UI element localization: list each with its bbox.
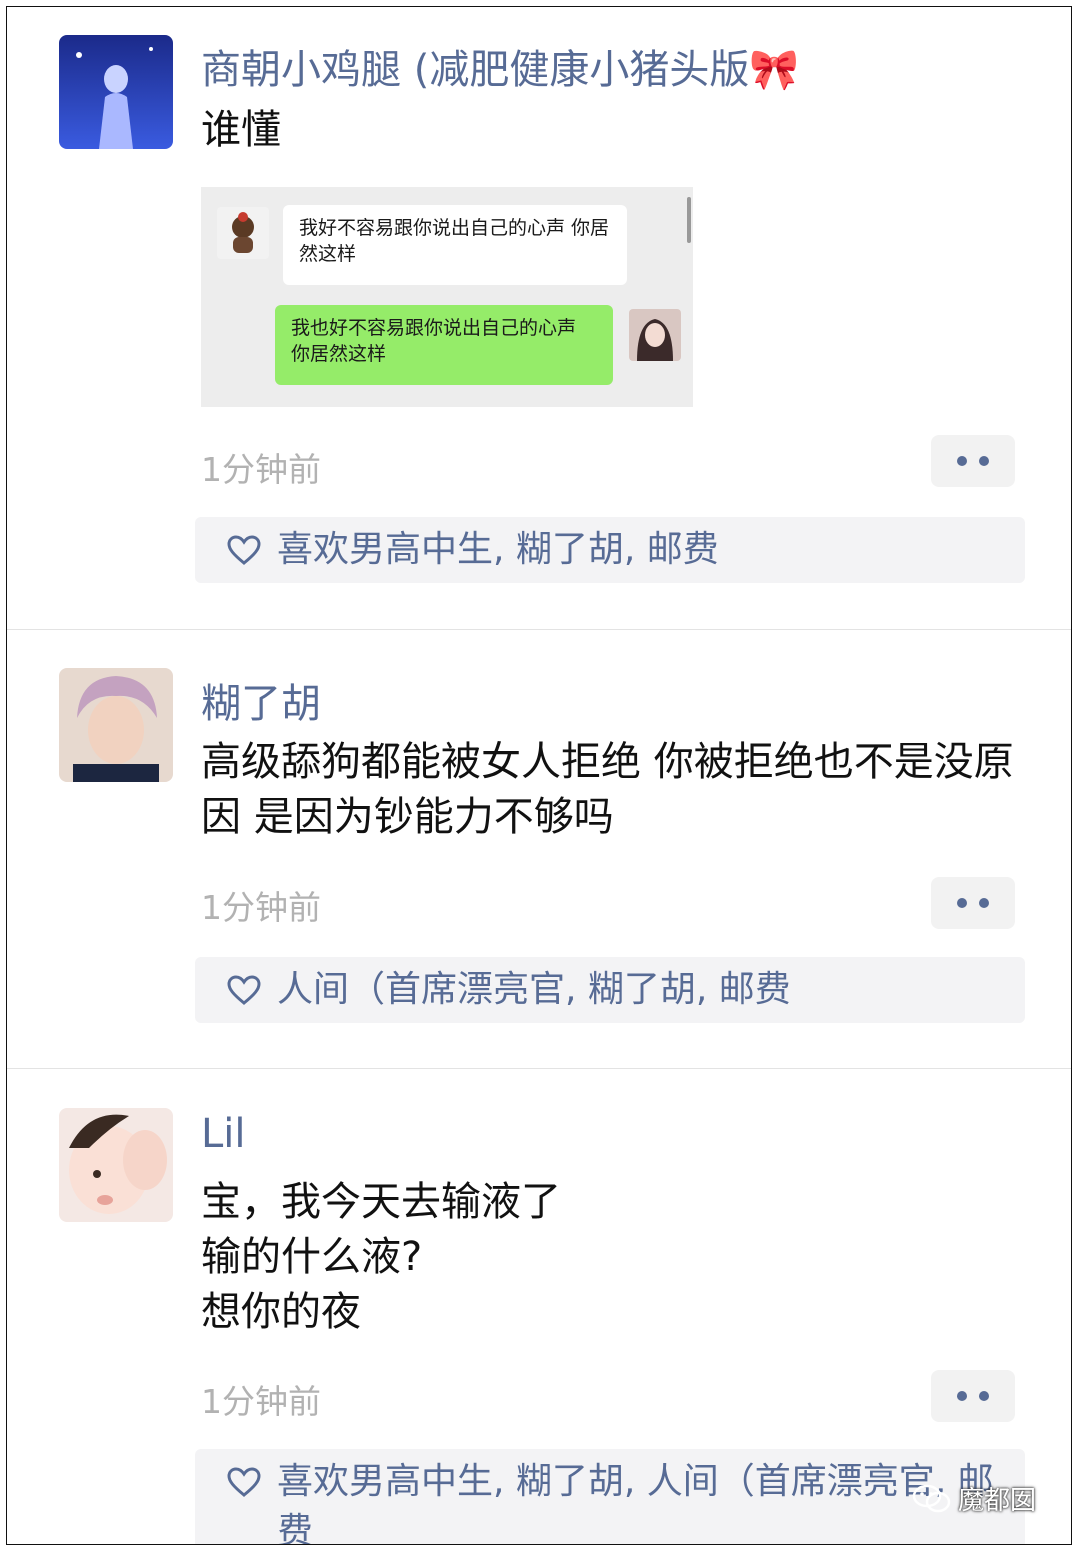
- avatar[interactable]: [59, 668, 173, 782]
- watermark-text: 魔都囡: [958, 1486, 1037, 1516]
- scrollbar: [687, 197, 691, 243]
- post-text: 高级舔狗都能被女人拒绝 你被拒绝也不是没原因 是因为钞能力不够吗: [201, 739, 1014, 840]
- author-name[interactable]: Lil: [201, 1111, 246, 1157]
- post-time: 1分钟前: [201, 450, 321, 489]
- post-time: 1分钟前: [201, 1382, 321, 1421]
- likes-names[interactable]: 喜欢男高中生, 糊了胡, 邮费: [277, 529, 719, 570]
- chat-message-received: 我好不容易跟你说出自己的心声 你居然这样: [283, 205, 627, 285]
- heart-icon: [227, 1467, 261, 1497]
- chat-avatar-left: [217, 207, 269, 259]
- heart-icon: [227, 975, 261, 1005]
- author-name[interactable]: 糊了胡: [201, 671, 321, 729]
- likes-bar: 人间（首席漂亮官, 糊了胡, 邮费: [195, 957, 1025, 1023]
- heart-icon: [227, 535, 261, 565]
- chat-message-sent: 我也好不容易跟你说出自己的心声 你居然这样: [275, 305, 613, 385]
- avatar[interactable]: [59, 1108, 173, 1222]
- likes-bar: 喜欢男高中生, 糊了胡, 人间（首席漂亮官, 邮费: [195, 1449, 1025, 1544]
- divider: [7, 629, 1071, 630]
- divider: [7, 1068, 1071, 1069]
- likes-names[interactable]: 人间（首席漂亮官, 糊了胡, 邮费: [277, 969, 791, 1010]
- more-dots-icon[interactable]: [931, 435, 1015, 487]
- moments-feed: 商朝小鸡腿 (减肥健康小猪头版🎀 谁懂 我好不容易跟你说出自己的心声 你居然这样…: [6, 6, 1072, 1545]
- wechat-icon: [912, 1484, 951, 1512]
- watermark: 魔都囡: [912, 1480, 1036, 1517]
- chat-avatar-right: [629, 309, 681, 361]
- avatar[interactable]: [59, 35, 173, 149]
- post-text: 谁懂: [201, 107, 281, 153]
- likes-names[interactable]: 喜欢男高中生, 糊了胡, 人间（首席漂亮官, 邮费: [233, 1457, 1005, 1544]
- author-name[interactable]: 商朝小鸡腿 (减肥健康小猪头版🎀: [201, 37, 799, 95]
- post-text: 宝，我今天去输液了 输的什么液? 想你的夜: [201, 1179, 561, 1335]
- more-dots-icon[interactable]: [931, 1370, 1015, 1422]
- likes-bar: 喜欢男高中生, 糊了胡, 邮费: [195, 517, 1025, 583]
- more-dots-icon[interactable]: [931, 877, 1015, 929]
- post-time: 1分钟前: [201, 888, 321, 927]
- post-image[interactable]: 我好不容易跟你说出自己的心声 你居然这样 我也好不容易跟你说出自己的心声 你居然…: [201, 187, 693, 407]
